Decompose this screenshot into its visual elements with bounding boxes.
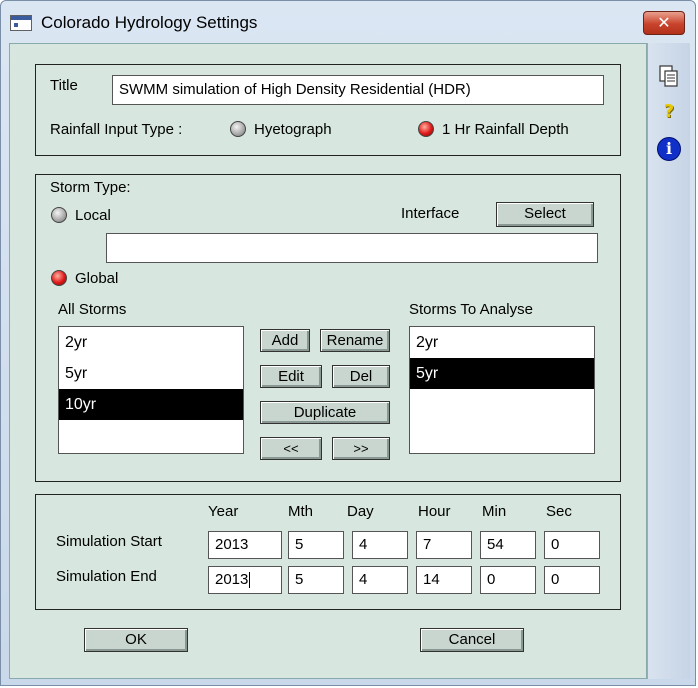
all-storms-item[interactable]: 5yr: [59, 358, 243, 389]
end-year-value: 2013: [215, 571, 249, 588]
end-year-input[interactable]: 2013: [208, 566, 282, 594]
all-storms-list[interactable]: 2yr 5yr 10yr: [58, 326, 244, 454]
help-glyph: ?: [663, 101, 675, 122]
del-button[interactable]: Del: [332, 365, 390, 388]
storms-to-analyse-label: Storms To Analyse: [409, 301, 533, 318]
global-radio[interactable]: [51, 270, 67, 286]
start-year-input[interactable]: 2013: [208, 531, 282, 559]
start-sec-input[interactable]: 0: [544, 531, 600, 559]
app-icon: [10, 15, 32, 31]
simulation-group: Year Mth Day Hour Min Sec Simulation Sta…: [35, 494, 621, 610]
close-button[interactable]: ✕: [643, 11, 685, 35]
end-month-input[interactable]: 5: [288, 566, 344, 594]
start-hour-input[interactable]: 7: [416, 531, 472, 559]
move-right-button[interactable]: >>: [332, 437, 390, 460]
simulation-end-label: Simulation End: [56, 568, 157, 585]
start-min-input[interactable]: 54: [480, 531, 536, 559]
rainfall-depth-radio[interactable]: [418, 121, 434, 137]
sec-header: Sec: [546, 503, 572, 520]
end-min-input[interactable]: 0: [480, 566, 536, 594]
info-icon[interactable]: i: [656, 137, 682, 163]
rainfall-input-label: Rainfall Input Type :: [50, 121, 183, 138]
move-left-button[interactable]: <<: [260, 437, 322, 460]
day-header: Day: [347, 503, 374, 520]
window-title: Colorado Hydrology Settings: [41, 13, 258, 32]
cancel-button[interactable]: Cancel: [420, 628, 524, 652]
hyetograph-radio[interactable]: [230, 121, 246, 137]
hyetograph-label: Hyetograph: [254, 121, 332, 138]
rainfall-depth-label: 1 Hr Rainfall Depth: [442, 121, 569, 138]
edit-button[interactable]: Edit: [260, 365, 322, 388]
copy-icon[interactable]: [656, 63, 682, 89]
year-header: Year: [208, 503, 239, 520]
min-header: Min: [482, 503, 507, 520]
duplicate-button[interactable]: Duplicate: [260, 401, 390, 424]
interface-label: Interface: [401, 205, 460, 222]
dialog-client: Title SWMM simulation of High Density Re…: [9, 43, 647, 679]
title-label: Title: [50, 77, 78, 94]
rename-button[interactable]: Rename: [320, 329, 390, 352]
analyse-storms-item-selected[interactable]: 5yr: [410, 358, 594, 389]
local-radio[interactable]: [51, 207, 67, 223]
end-sec-input[interactable]: 0: [544, 566, 600, 594]
storm-group: Storm Type: Local Interface Select Globa…: [35, 174, 621, 482]
interface-input[interactable]: [106, 233, 598, 263]
all-storms-item-selected[interactable]: 10yr: [59, 389, 243, 420]
hour-header: Hour: [418, 503, 451, 520]
help-icon[interactable]: ?: [656, 99, 682, 125]
title-input[interactable]: SWMM simulation of High Density Resident…: [112, 75, 604, 105]
general-group: Title SWMM simulation of High Density Re…: [35, 64, 621, 156]
local-label: Local: [75, 207, 111, 224]
dialog-window: Colorado Hydrology Settings ✕ ? i Title …: [0, 0, 696, 686]
analyse-storms-item[interactable]: 2yr: [410, 327, 594, 358]
all-storms-label: All Storms: [58, 301, 127, 318]
all-storms-item[interactable]: 2yr: [59, 327, 243, 358]
simulation-start-label: Simulation Start: [56, 533, 162, 550]
title-bar[interactable]: Colorado Hydrology Settings ✕: [1, 1, 695, 43]
select-button[interactable]: Select: [496, 202, 594, 227]
start-month-input[interactable]: 5: [288, 531, 344, 559]
end-hour-input[interactable]: 14: [416, 566, 472, 594]
storm-type-label: Storm Type:: [50, 179, 131, 196]
text-cursor: [249, 572, 251, 589]
end-day-input[interactable]: 4: [352, 566, 408, 594]
info-glyph: i: [657, 137, 681, 161]
month-header: Mth: [288, 503, 314, 520]
ok-button[interactable]: OK: [84, 628, 188, 652]
start-day-input[interactable]: 4: [352, 531, 408, 559]
global-label: Global: [75, 270, 119, 287]
add-button[interactable]: Add: [260, 329, 310, 352]
side-toolbar: ? i: [647, 43, 690, 679]
storms-to-analyse-list[interactable]: 2yr 5yr: [409, 326, 595, 454]
